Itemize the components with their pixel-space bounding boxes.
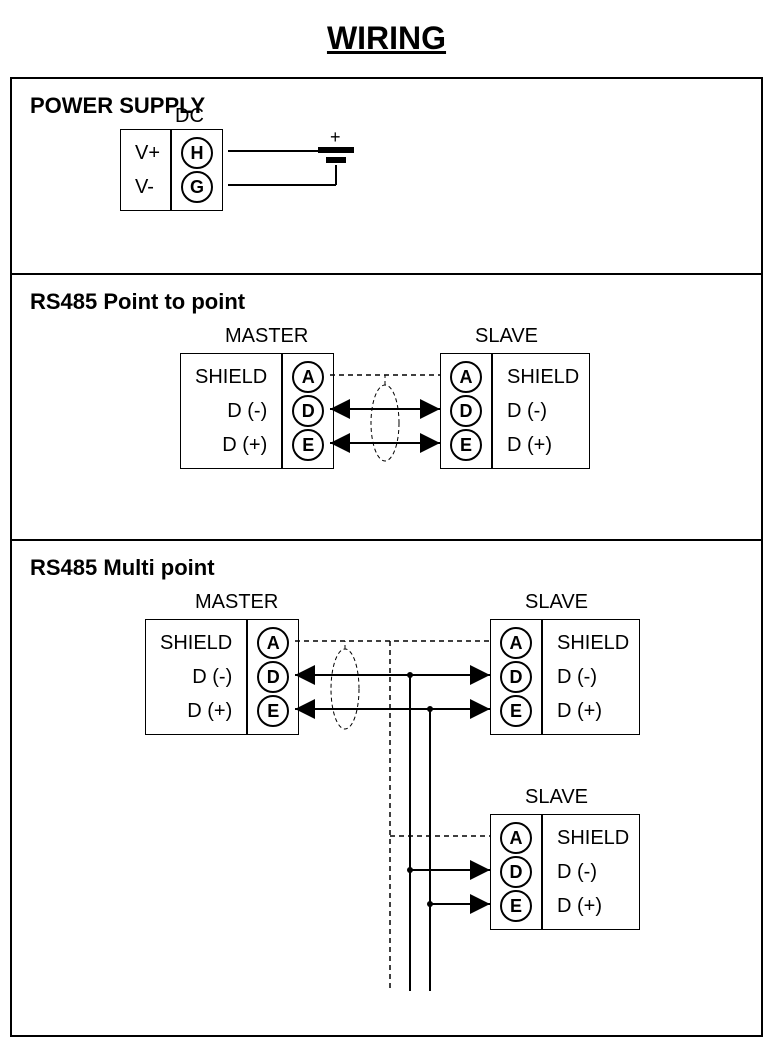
mp-slave1-row1: D (-) (553, 660, 629, 694)
ptp-slave-pin-D: D (450, 395, 482, 427)
section-rs485-mp: RS485 Multi point MASTER SHIELD D (-) D … (12, 541, 761, 1035)
ptp-slave-row2: D (+) (503, 428, 579, 462)
ptp-master-pin-E: E (292, 429, 324, 461)
power-row-label-0: V+ (131, 136, 160, 170)
ptp-master-label-col: SHIELD D (-) D (+) (180, 353, 282, 469)
mp-master-label: MASTER (195, 591, 278, 614)
mp-master-row2: D (+) (156, 694, 236, 728)
mp-slave1-pin-D: D (500, 661, 532, 693)
mp-slave2-row0: SHIELD (553, 821, 629, 855)
section-rs485-ptp: RS485 Point to point MASTER SHIELD D (-)… (12, 275, 761, 541)
ptp-slave-pin-A: A (450, 361, 482, 393)
power-label-col: V+ V- (120, 129, 171, 211)
battery-icon (318, 147, 354, 163)
ptp-slave-label-col: SHIELD D (-) D (+) (492, 353, 590, 469)
power-pin-H: H (181, 137, 213, 169)
ptp-master-row0: SHIELD (191, 360, 271, 394)
mp-master-row0: SHIELD (156, 626, 236, 660)
mp-master-label-col: SHIELD D (-) D (+) (145, 619, 247, 735)
section-title-power: POWER SUPPLY (30, 93, 743, 119)
mp-slave1-row2: D (+) (553, 694, 629, 728)
mp-slave1-pin-A: A (500, 627, 532, 659)
mp-slave1-pin-col: A D E (490, 619, 542, 735)
diagram-frame: POWER SUPPLY DC V+ V- H G + (10, 77, 763, 1037)
mp-slave1-row0: SHIELD (553, 626, 629, 660)
ptp-master-pin-A: A (292, 361, 324, 393)
mp-wires (30, 591, 760, 1011)
ptp-slave-pin-E: E (450, 429, 482, 461)
section-power-supply: POWER SUPPLY DC V+ V- H G + (12, 79, 761, 275)
page-title: WIRING (10, 20, 763, 57)
mp-master-pin-A: A (257, 627, 289, 659)
ptp-slave-row1: D (-) (503, 394, 579, 428)
mp-slave2-label: SLAVE (525, 786, 588, 809)
mp-slave2-pin-E: E (500, 890, 532, 922)
ptp-master-pin-col: A D E (282, 353, 334, 469)
section-title-mp: RS485 Multi point (30, 555, 743, 581)
section-title-ptp: RS485 Point to point (30, 289, 743, 315)
ptp-master-row2: D (+) (191, 428, 271, 462)
mp-slave2-label-col: SHIELD D (-) D (+) (542, 814, 640, 930)
mp-master-pin-E: E (257, 695, 289, 727)
mp-slave2-pin-col: A D E (490, 814, 542, 930)
mp-master-row1: D (-) (156, 660, 236, 694)
power-row-label-1: V- (131, 170, 160, 204)
dc-label: DC (175, 105, 204, 128)
ptp-slave-label: SLAVE (475, 325, 538, 348)
power-pin-G: G (181, 171, 213, 203)
mp-slave1-label-col: SHIELD D (-) D (+) (542, 619, 640, 735)
mp-slave2-row1: D (-) (553, 855, 629, 889)
plus-label: + (330, 127, 341, 148)
ptp-master-label: MASTER (225, 325, 308, 348)
power-pin-col: H G (171, 129, 223, 211)
mp-slave2-pin-A: A (500, 822, 532, 854)
ptp-wires (30, 325, 760, 515)
mp-master-pin-D: D (257, 661, 289, 693)
mp-slave1-label: SLAVE (525, 591, 588, 614)
mp-slave2-row2: D (+) (553, 889, 629, 923)
mp-slave1-pin-E: E (500, 695, 532, 727)
ptp-master-pin-D: D (292, 395, 324, 427)
ptp-slave-row0: SHIELD (503, 360, 579, 394)
mp-slave2-pin-D: D (500, 856, 532, 888)
ptp-master-row1: D (-) (191, 394, 271, 428)
ptp-slave-pin-col: A D E (440, 353, 492, 469)
mp-master-pin-col: A D E (247, 619, 299, 735)
